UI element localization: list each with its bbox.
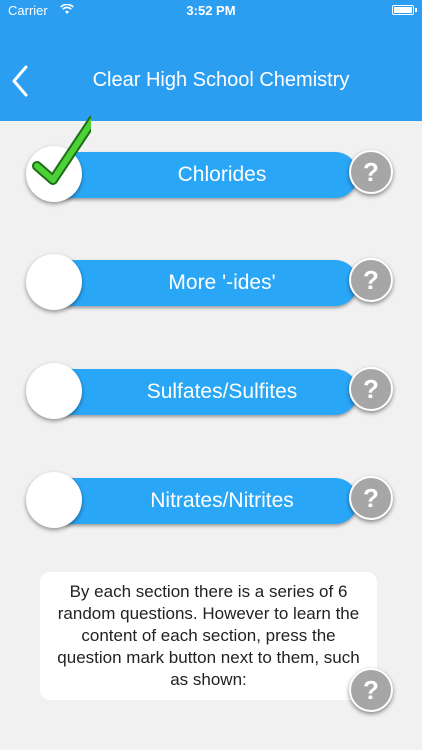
chevron-left-icon — [12, 65, 28, 97]
battery-icon — [392, 5, 417, 15]
page-title: Clear High School Chemistry — [92, 69, 350, 91]
section-button-chlorides[interactable]: Chlorides — [46, 152, 358, 198]
info-box: By each section there is a series of 6 r… — [40, 572, 377, 700]
info-text: By each section there is a series of 6 r… — [57, 582, 360, 689]
back-button[interactable] — [8, 62, 38, 100]
status-bar: Carrier 3:52 PM — [0, 0, 422, 22]
nav-bar: Carrier 3:52 PM Clear High School Chemis… — [0, 0, 422, 121]
section-button-more-ides[interactable]: More '-ides' — [46, 260, 358, 306]
help-button-chlorides[interactable]: ? — [349, 150, 393, 194]
section-toggle-more-ides[interactable] — [26, 254, 82, 310]
checkmark-icon — [32, 115, 91, 185]
section-row-chlorides: Chlorides ? — [26, 115, 396, 208]
section-button-sulfates[interactable]: Sulfates/Sulfites — [46, 369, 358, 415]
section-row-sulfates: Sulfates/Sulfites ? — [26, 363, 396, 425]
help-button-nitrates[interactable]: ? — [349, 476, 393, 520]
section-row-more-ides: More '-ides' ? — [26, 254, 396, 316]
section-toggle-sulfates[interactable] — [26, 363, 82, 419]
help-button-demo[interactable]: ? — [349, 668, 393, 712]
section-toggle-nitrates[interactable] — [26, 472, 82, 528]
status-time: 3:52 PM — [186, 3, 236, 18]
help-button-more-ides[interactable]: ? — [349, 258, 393, 302]
help-button-sulfates[interactable]: ? — [349, 367, 393, 411]
section-button-nitrates[interactable]: Nitrates/Nitrites — [46, 478, 358, 524]
section-row-nitrates: Nitrates/Nitrites ? — [26, 472, 396, 534]
